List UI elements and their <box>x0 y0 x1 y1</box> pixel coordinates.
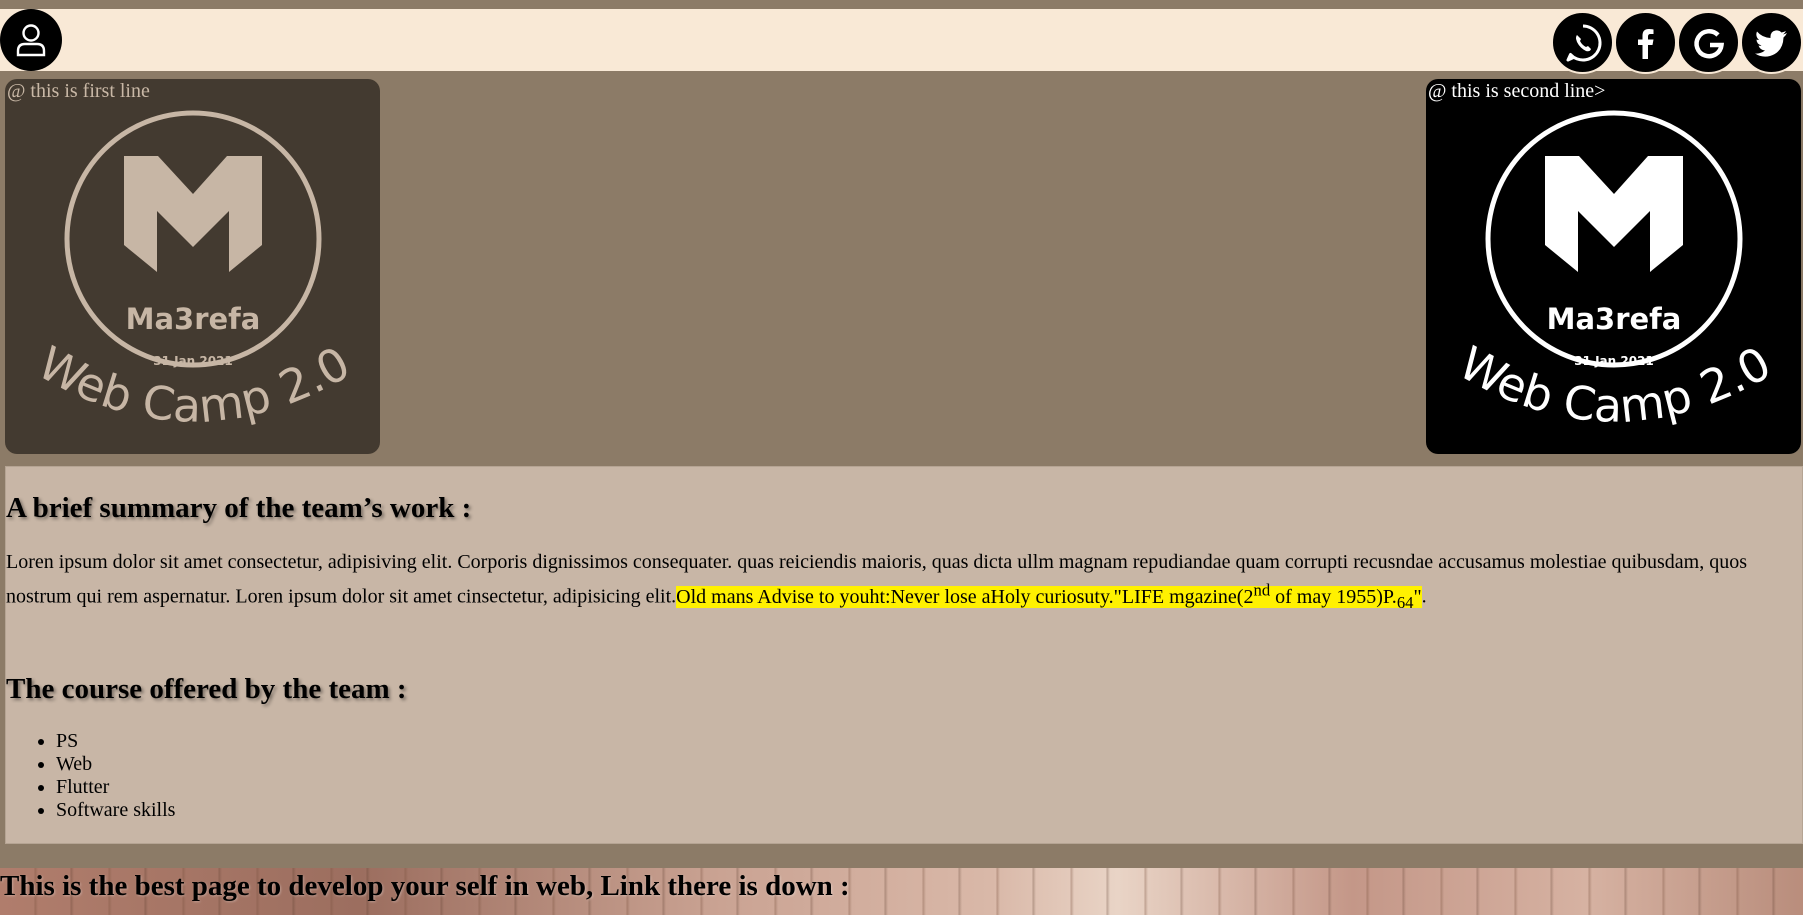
logo-card-first: Ma3refa 31 Jan 2021 Web Camp 2.0 @ this … <box>5 79 380 454</box>
social-links <box>1551 11 1803 74</box>
whatsapp-icon[interactable] <box>1551 11 1614 74</box>
logo-card-second: Ma3refa 31 Jan 2021 Web Camp 2.0 @ this … <box>1426 79 1801 454</box>
quote-subscript: 64 <box>1396 592 1414 612</box>
logo-caption: @ this is first line <box>7 80 150 102</box>
logo-date-text: 31 Jan 2021 <box>1574 354 1654 368</box>
quote-text: Old mans Advise to youht:Never lose aHol… <box>676 585 1254 608</box>
paragraph-end: . <box>1421 585 1427 608</box>
course-item: Flutter <box>56 776 175 799</box>
logo-date-text: 31 Jan 2021 <box>153 354 233 368</box>
facebook-icon[interactable] <box>1614 11 1677 74</box>
svg-text:Web Camp 2.0: Web Camp 2.0 <box>1450 336 1779 434</box>
ma3refa-logo: Ma3refa 31 Jan 2021 Web Camp 2.0 <box>1450 110 1780 434</box>
twitter-icon[interactable] <box>1740 11 1803 74</box>
course-item: Web <box>56 753 175 776</box>
ma3refa-logo: Ma3refa 31 Jan 2021 Web Camp 2.0 <box>29 110 359 434</box>
user-icon-graphic <box>16 24 46 57</box>
top-bar <box>0 9 1803 74</box>
course-item: PS <box>56 730 175 753</box>
courses-heading: The course offered by the team : <box>6 673 407 705</box>
summary-paragraph: Loren ipsum dolor sit amet consectetur, … <box>6 549 1796 616</box>
footer-heading: This is the best page to develop your se… <box>0 870 850 902</box>
quote-superscript: nd <box>1253 580 1271 599</box>
logo-brand-text: Ma3refa <box>126 302 261 336</box>
logo-event-text: Web Camp 2.0 <box>1450 336 1779 434</box>
quote-text: " <box>1413 585 1422 608</box>
user-icon[interactable] <box>0 9 62 71</box>
footer-banner: This is the best page to develop your se… <box>0 868 1803 915</box>
logo-event-text: Web Camp 2.0 <box>29 336 358 434</box>
logo-caption: @ this is second line> <box>1428 80 1606 102</box>
courses-list: PS Web Flutter Software skills <box>6 730 175 822</box>
svg-text:Web Camp 2.0: Web Camp 2.0 <box>29 336 358 434</box>
quote-text: of may 1955)P. <box>1270 585 1397 608</box>
google-icon[interactable] <box>1677 11 1740 74</box>
logo-brand-text: Ma3refa <box>1547 302 1682 336</box>
course-item: Software skills <box>56 799 175 822</box>
summary-section: A brief summary of the team’s work : Lor… <box>5 466 1803 844</box>
highlighted-quote: Old mans Advise to youht:Never lose aHol… <box>676 580 1422 612</box>
summary-heading: A brief summary of the team’s work : <box>6 492 472 524</box>
